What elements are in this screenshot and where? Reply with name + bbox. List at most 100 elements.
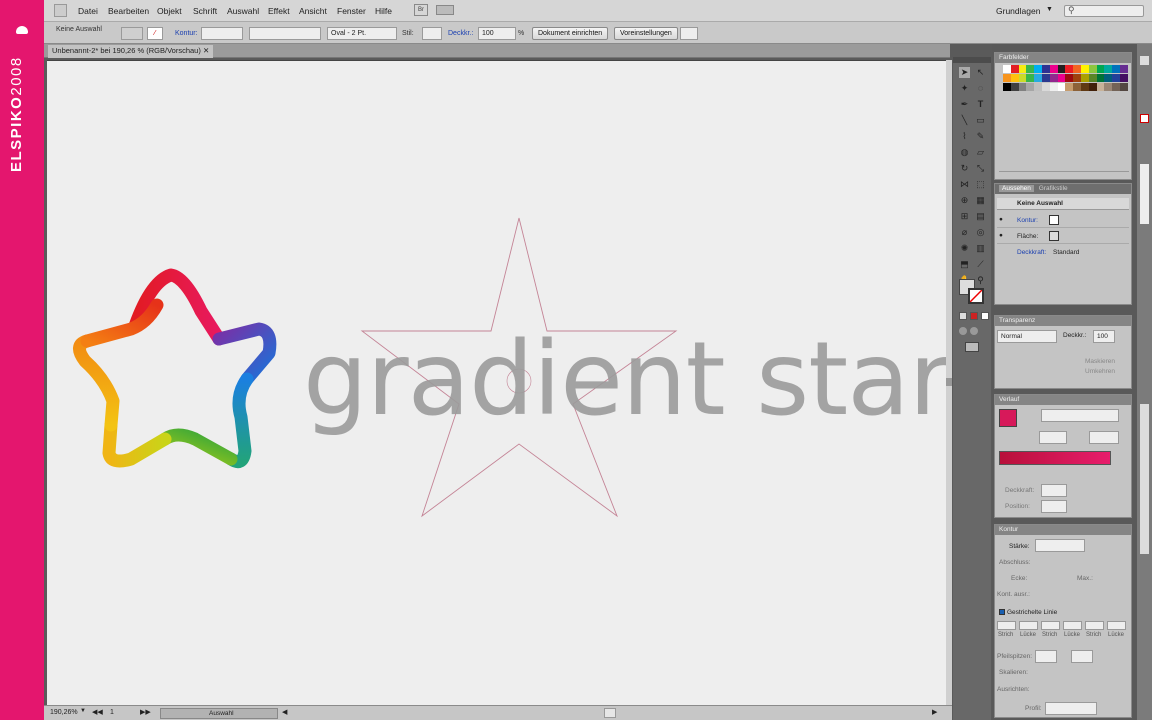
color-swatch[interactable] bbox=[1010, 83, 1019, 91]
gradient-slider[interactable] bbox=[999, 451, 1111, 465]
color-swatch[interactable] bbox=[1112, 65, 1121, 73]
color-swatch[interactable] bbox=[1073, 65, 1082, 73]
color-swatch[interactable] bbox=[1120, 83, 1128, 91]
color-swatch[interactable] bbox=[1057, 74, 1066, 82]
tools-panel-grip[interactable] bbox=[953, 57, 991, 63]
style-dropdown[interactable] bbox=[422, 27, 442, 40]
stroke-none-icon[interactable]: ⁄ bbox=[147, 27, 163, 40]
scroll-right-icon[interactable]: ▶ bbox=[932, 708, 937, 716]
dashed-line-checkbox[interactable] bbox=[999, 609, 1005, 615]
width-tool-icon[interactable]: ⋈ bbox=[959, 179, 970, 190]
brush-tool-icon[interactable]: ⌇ bbox=[959, 131, 970, 142]
color-swatch[interactable] bbox=[1034, 65, 1043, 73]
color-swatch[interactable] bbox=[1042, 74, 1050, 82]
color-swatch[interactable] bbox=[1057, 83, 1066, 91]
scroll-thumb[interactable] bbox=[946, 378, 952, 386]
stroke-weight-dropdown[interactable] bbox=[1035, 539, 1085, 552]
color-swatch[interactable] bbox=[1018, 83, 1027, 91]
search-field[interactable]: ⚲ bbox=[1064, 5, 1144, 17]
first-page-icon[interactable]: ◀◀ bbox=[92, 708, 103, 716]
opacity-field[interactable]: 100 bbox=[478, 27, 516, 40]
brush-dropdown[interactable]: Oval - 2 Pt. bbox=[327, 27, 397, 40]
color-swatch[interactable] bbox=[1088, 74, 1097, 82]
color-swatch[interactable] bbox=[1010, 74, 1019, 82]
dashed-line-label[interactable]: Gestrichelte Linie bbox=[1007, 609, 1057, 616]
color-swatch[interactable] bbox=[1003, 83, 1011, 91]
color-swatch[interactable] bbox=[1081, 65, 1089, 73]
arrange-icon[interactable] bbox=[680, 27, 698, 40]
dash-field[interactable] bbox=[1085, 621, 1104, 630]
color-swatch[interactable] bbox=[1096, 74, 1105, 82]
color-swatch[interactable] bbox=[1088, 65, 1097, 73]
chevron-down-icon[interactable]: ▼ bbox=[1046, 6, 1053, 13]
gradient-angle-field[interactable] bbox=[1039, 431, 1067, 444]
color-swatch[interactable] bbox=[1042, 65, 1050, 73]
gradient-tool-icon[interactable]: ▤ bbox=[975, 211, 986, 222]
shape-builder-tool-icon[interactable]: ⊕ bbox=[959, 195, 970, 206]
type-tool-icon[interactable]: T bbox=[975, 99, 986, 110]
preferences-button[interactable]: Voreinstellungen bbox=[614, 27, 678, 40]
visibility-eye-icon[interactable]: ● bbox=[999, 216, 1003, 223]
gradient-position-field[interactable] bbox=[1041, 500, 1067, 513]
scroll-left-icon[interactable]: ◀ bbox=[282, 708, 287, 716]
menu-bearbeiten[interactable]: Bearbeiten bbox=[108, 6, 149, 16]
gradient-mode-icon[interactable] bbox=[970, 312, 978, 320]
menu-objekt[interactable]: Objekt bbox=[157, 6, 182, 16]
close-icon[interactable]: ✕ bbox=[203, 46, 209, 55]
start-arrow-dropdown[interactable] bbox=[1035, 650, 1057, 663]
eyedropper-tool-icon[interactable]: ⌀ bbox=[959, 227, 970, 238]
selection-tool-icon[interactable]: ➤ bbox=[959, 67, 970, 78]
color-swatch[interactable] bbox=[1034, 83, 1043, 91]
bridge-button[interactable]: Br bbox=[414, 4, 428, 16]
perspective-grid-tool-icon[interactable]: ▦ bbox=[975, 195, 986, 206]
scale-tool-icon[interactable]: ⤡ bbox=[975, 163, 986, 174]
menu-fenster[interactable]: Fenster bbox=[337, 6, 366, 16]
end-arrow-dropdown[interactable] bbox=[1071, 650, 1093, 663]
draw-mode-icon[interactable] bbox=[959, 327, 967, 335]
color-swatch[interactable] bbox=[1096, 65, 1105, 73]
color-swatch[interactable] bbox=[1042, 83, 1050, 91]
color-swatch[interactable] bbox=[1065, 83, 1074, 91]
invert-checkbox-label[interactable]: Umkehren bbox=[1085, 368, 1115, 375]
color-swatch[interactable] bbox=[1096, 83, 1105, 91]
fill-swatch[interactable] bbox=[121, 27, 143, 40]
symbol-sprayer-tool-icon[interactable]: ✺ bbox=[959, 243, 970, 254]
color-swatch[interactable] bbox=[1057, 65, 1066, 73]
dash-field[interactable] bbox=[1041, 621, 1060, 630]
mesh-tool-icon[interactable]: ⊞ bbox=[959, 211, 970, 222]
color-swatch[interactable] bbox=[1073, 83, 1082, 91]
mask-checkbox-label[interactable]: Maskieren bbox=[1085, 358, 1115, 365]
color-swatch[interactable] bbox=[1088, 83, 1097, 91]
zoom-tool-icon[interactable]: ⚲ bbox=[975, 275, 986, 286]
color-swatch[interactable] bbox=[1065, 65, 1074, 73]
visibility-eye-icon[interactable]: ● bbox=[999, 232, 1003, 239]
color-swatch[interactable] bbox=[1026, 65, 1035, 73]
stroke-color-box[interactable] bbox=[968, 288, 984, 304]
zoom-field[interactable]: 190,26% bbox=[50, 709, 78, 716]
profile-dropdown[interactable] bbox=[1045, 702, 1097, 715]
rotate-tool-icon[interactable]: ↻ bbox=[959, 163, 970, 174]
blend-mode-dropdown[interactable]: Normal bbox=[997, 330, 1057, 343]
gradient-star-heading[interactable]: gradient star bbox=[303, 320, 947, 439]
dash-field[interactable] bbox=[1107, 621, 1126, 630]
dash-field[interactable] bbox=[1019, 621, 1038, 630]
appearance-opacity-row[interactable]: Deckkraft: Standard bbox=[997, 246, 1129, 260]
gradient-opacity-field[interactable] bbox=[1041, 484, 1067, 497]
color-swatch[interactable] bbox=[1034, 74, 1043, 82]
canvas-vertical-scrollbar[interactable] bbox=[946, 60, 952, 705]
stroke-label[interactable]: Kontur: bbox=[175, 30, 198, 37]
none-mode-icon[interactable] bbox=[981, 312, 989, 320]
color-swatch[interactable] bbox=[1104, 74, 1113, 82]
gradient-type-dropdown[interactable] bbox=[1041, 409, 1119, 422]
dash-field[interactable] bbox=[997, 621, 1016, 630]
tab-graphic-styles[interactable]: Grafikstile bbox=[1036, 185, 1071, 192]
color-swatch[interactable] bbox=[1018, 65, 1027, 73]
arrange-documents-button[interactable] bbox=[436, 5, 454, 15]
direct-selection-tool-icon[interactable]: ↖ bbox=[975, 67, 986, 78]
line-tool-icon[interactable]: ╲ bbox=[959, 115, 970, 126]
page-field[interactable]: 1 bbox=[110, 709, 114, 716]
color-mode-icon[interactable] bbox=[959, 312, 967, 320]
appearance-fill-label[interactable]: Fläche: bbox=[1017, 233, 1038, 240]
slice-tool-icon[interactable]: ⟋ bbox=[975, 259, 986, 270]
variable-width-dropdown[interactable] bbox=[249, 27, 321, 40]
